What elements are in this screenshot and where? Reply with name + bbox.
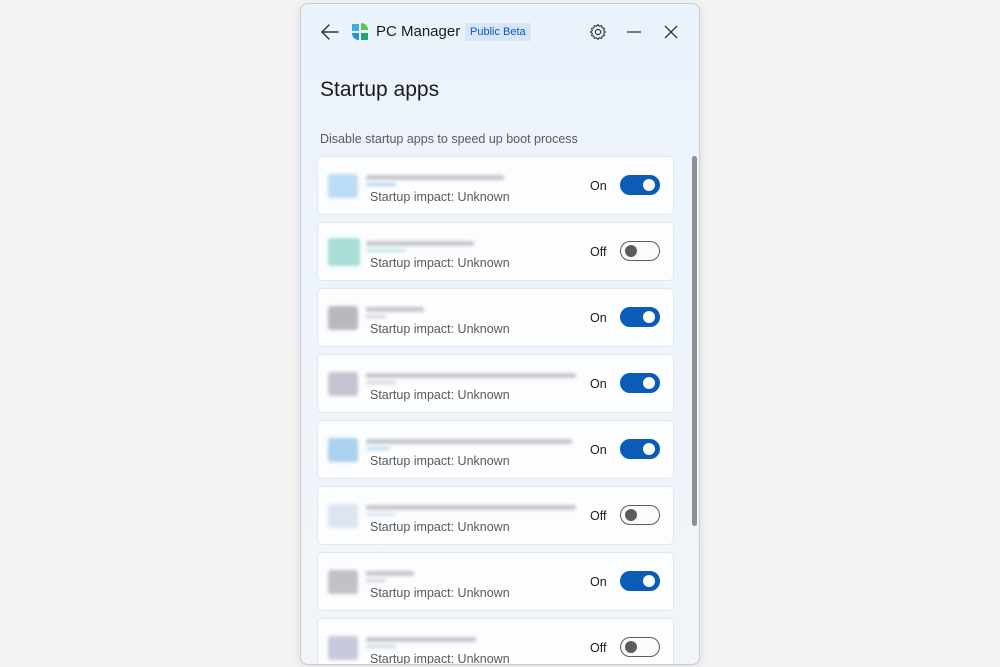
- app-name-redacted: [366, 637, 476, 642]
- vertical-scrollbar[interactable]: [692, 156, 697, 526]
- toggle-state-label: On: [590, 179, 607, 193]
- startup-impact-label: Startup impact: Unknown: [370, 454, 510, 468]
- app-name-redacted: [366, 439, 572, 444]
- startup-app-item: Startup impact: Unknown Off: [317, 222, 674, 281]
- startup-impact-label: Startup impact: Unknown: [370, 652, 510, 664]
- toggle-knob: [643, 443, 655, 455]
- app-name-redacted: [366, 513, 396, 516]
- toggle-state-label: On: [590, 311, 607, 325]
- toggle-state-label: Off: [590, 245, 607, 259]
- toggle-state-label: Off: [590, 509, 607, 523]
- app-name-redacted: [366, 307, 424, 312]
- startup-toggle[interactable]: [620, 373, 660, 393]
- toggle-state-label: On: [590, 443, 607, 457]
- app-icon: [328, 306, 358, 330]
- app-name-redacted: [366, 315, 386, 318]
- toggle-state-label: On: [590, 575, 607, 589]
- app-name-redacted: [366, 249, 406, 252]
- toggle-knob: [625, 245, 637, 257]
- startup-toggle[interactable]: [620, 307, 660, 327]
- app-name-redacted: [366, 183, 396, 186]
- app-icon: [328, 438, 358, 462]
- startup-impact-label: Startup impact: Unknown: [370, 388, 510, 402]
- startup-app-item: Startup impact: Unknown On: [317, 420, 674, 479]
- startup-toggle[interactable]: [620, 505, 660, 525]
- startup-app-item: Startup impact: Unknown On: [317, 288, 674, 347]
- app-icon: [328, 504, 358, 528]
- startup-impact-label: Startup impact: Unknown: [370, 190, 510, 204]
- toggle-knob: [643, 179, 655, 191]
- startup-app-item: Startup impact: Unknown Off: [317, 618, 674, 664]
- startup-impact-label: Startup impact: Unknown: [370, 322, 510, 336]
- startup-app-item: Startup impact: Unknown On: [317, 552, 674, 611]
- app-icon: [328, 570, 358, 594]
- app-name-redacted: [366, 381, 396, 384]
- startup-impact-label: Startup impact: Unknown: [370, 256, 510, 270]
- startup-toggle[interactable]: [620, 571, 660, 591]
- minimize-icon[interactable]: [624, 22, 644, 42]
- pc-manager-window: PC Manager Public Beta Startup apps Disa…: [300, 3, 700, 665]
- app-name-redacted: [366, 175, 504, 180]
- close-icon[interactable]: [661, 22, 681, 42]
- app-icon: [328, 174, 358, 198]
- pc-manager-logo-icon: [352, 23, 368, 40]
- title-bar: PC Manager Public Beta: [301, 4, 699, 60]
- app-name-redacted: [366, 505, 576, 510]
- toggle-knob: [625, 509, 637, 521]
- public-beta-badge: Public Beta: [465, 23, 531, 41]
- toggle-knob: [643, 377, 655, 389]
- startup-app-item: Startup impact: Unknown On: [317, 156, 674, 215]
- app-name-redacted: [366, 571, 414, 576]
- toggle-state-label: On: [590, 377, 607, 391]
- toggle-knob: [643, 575, 655, 587]
- app-name-redacted: [366, 645, 396, 648]
- startup-app-item: Startup impact: Unknown On: [317, 354, 674, 413]
- startup-impact-label: Startup impact: Unknown: [370, 586, 510, 600]
- startup-app-list: Startup impact: Unknown On Startup impac…: [317, 156, 677, 664]
- startup-toggle[interactable]: [620, 241, 660, 261]
- page-subtitle: Disable startup apps to speed up boot pr…: [320, 132, 578, 146]
- toggle-knob: [643, 311, 655, 323]
- startup-app-item: Startup impact: Unknown Off: [317, 486, 674, 545]
- startup-impact-label: Startup impact: Unknown: [370, 520, 510, 534]
- startup-toggle[interactable]: [620, 175, 660, 195]
- startup-toggle[interactable]: [620, 439, 660, 459]
- app-name-redacted: [366, 241, 474, 246]
- app-title: PC Manager: [376, 23, 461, 40]
- app-icon: [328, 238, 360, 266]
- gear-icon[interactable]: [588, 22, 608, 42]
- page-title: Startup apps: [320, 78, 440, 101]
- app-name-redacted: [366, 579, 386, 582]
- app-icon: [328, 636, 358, 660]
- toggle-knob: [625, 641, 637, 653]
- app-name-redacted: [366, 447, 390, 450]
- app-name-redacted: [366, 373, 576, 378]
- app-icon: [328, 372, 358, 396]
- startup-toggle[interactable]: [620, 637, 660, 657]
- back-arrow-icon[interactable]: [319, 21, 341, 43]
- toggle-state-label: Off: [590, 641, 607, 655]
